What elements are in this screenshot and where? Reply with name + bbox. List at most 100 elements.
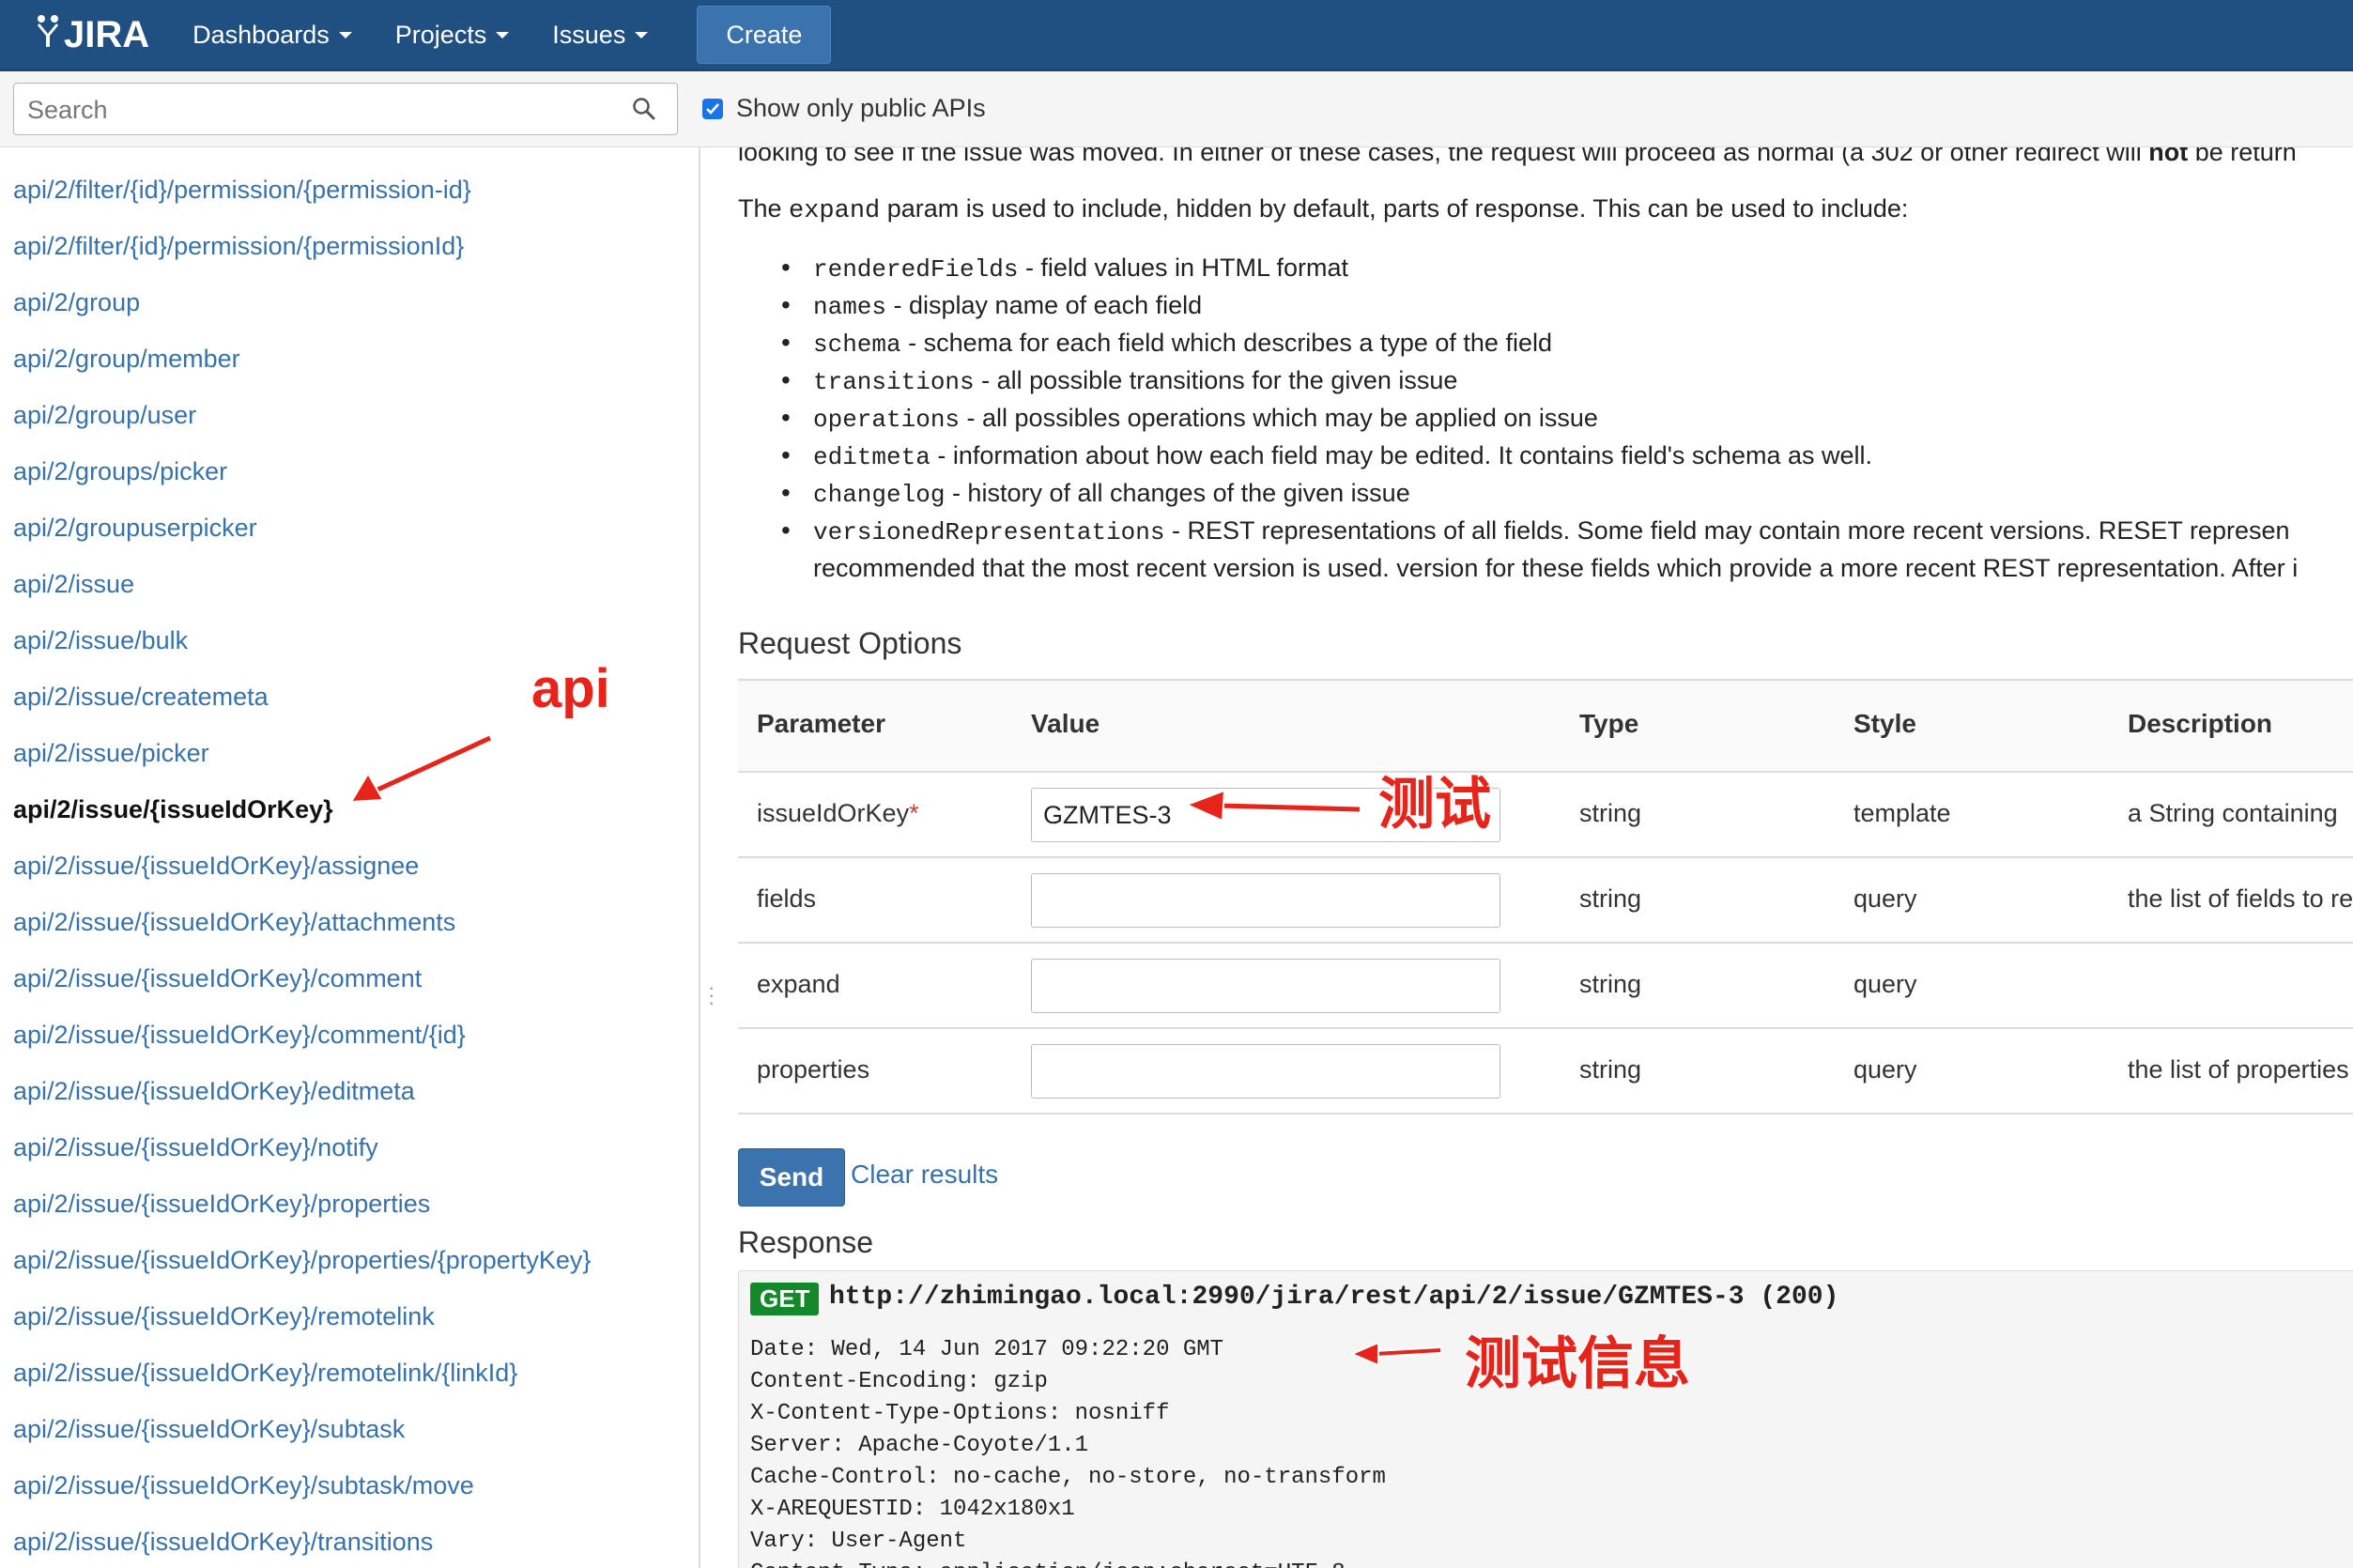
table-header: Parameter Value Type Style Description (738, 679, 2353, 773)
endpoint-link[interactable]: api/2/issue/{issueIdOrKey}/comment/{id} (13, 1021, 466, 1050)
param-value-input[interactable] (1031, 1044, 1500, 1099)
list-item-continuation: recommended that the most recent version… (813, 554, 2299, 582)
list-item: versionedRepresentations - REST represen… (738, 512, 2290, 549)
nav-issues-label: Issues (552, 20, 626, 49)
param-style: template (1853, 799, 1951, 827)
request-options-table: Parameter Value Type Style Description i… (738, 679, 2353, 1115)
endpoint-link[interactable]: api/2/issue/picker (13, 739, 209, 768)
param-name: expand (757, 970, 840, 998)
endpoint-link[interactable]: api/2/issue/{issueIdOrKey}/properties/{p… (13, 1246, 591, 1275)
endpoint-link[interactable]: api/2/filter/{id}/permission/{permission… (13, 176, 471, 205)
response-url: http://zhimingao.local:2990/jira/rest/ap… (829, 1283, 1839, 1312)
response-header-line: Vary: User-Agent (750, 1529, 967, 1554)
nav-dashboards[interactable]: Dashboards (192, 21, 352, 50)
param-style: query (1853, 884, 1917, 913)
top-navigation-bar: JIRA Dashboards Projects Issues Create (0, 0, 2353, 71)
table-row: fields string query the list of fields t… (738, 858, 2353, 944)
response-header-line: Content-Encoding: gzip (750, 1369, 1048, 1394)
jira-logo[interactable]: JIRA (34, 11, 149, 58)
column-header-type: Type (1579, 709, 1639, 738)
endpoint-link[interactable]: api/2/group (13, 288, 140, 317)
search-row: Show only public APIs (0, 71, 2353, 147)
clear-results-link[interactable]: Clear results (851, 1160, 998, 1190)
search-input[interactable] (25, 93, 611, 127)
expand-description: The expand param is used to include, hid… (738, 194, 1909, 225)
chevron-down-icon (635, 31, 649, 38)
required-marker: * (909, 799, 919, 827)
list-item: names - display name of each field (738, 286, 2290, 324)
param-name: fields (757, 884, 817, 913)
search-icon[interactable] (632, 97, 656, 121)
endpoint-link[interactable]: api/2/group/member (13, 345, 240, 374)
response-header-line: X-AREQUESTID: 1042x180x1 (750, 1497, 1075, 1522)
send-button[interactable]: Send (738, 1148, 845, 1207)
param-style: query (1853, 970, 1917, 998)
endpoint-link[interactable]: api/2/groups/picker (13, 457, 227, 486)
list-item: operations - all possibles operations wh… (738, 399, 2290, 437)
api-endpoint-list: api/2/filter/{id}/permission/{permission… (0, 147, 700, 1568)
search-box (13, 83, 678, 135)
annotation-label-test: 测试 (1378, 773, 1491, 836)
public-apis-checkbox[interactable] (702, 98, 723, 119)
endpoint-link[interactable]: api/2/issue (13, 570, 134, 599)
param-style: query (1853, 1055, 1917, 1084)
response-header-line: Content-Type: application/json;charset=U… (750, 1560, 1346, 1568)
http-method-badge: GET (750, 1283, 820, 1315)
nav-issues[interactable]: Issues (552, 20, 649, 50)
column-header-parameter: Parameter (757, 709, 885, 738)
endpoint-link[interactable]: api/2/group/user (13, 401, 196, 430)
chevron-down-icon (496, 31, 510, 38)
response-panel: GET http://zhimingao.local:2990/jira/res… (738, 1270, 2353, 1568)
param-name: issueIdOrKey* (757, 799, 919, 827)
nav-dashboards-label: Dashboards (192, 20, 330, 49)
endpoint-link[interactable]: api/2/issue/{issueIdOrKey}/assignee (13, 852, 419, 881)
endpoint-link[interactable]: api/2/issue/{issueIdOrKey}/properties (13, 1190, 430, 1219)
endpoint-link[interactable]: api/2/issue/{issueIdOrKey}/subtask (13, 1415, 405, 1444)
endpoint-link-selected[interactable]: api/2/issue/{issueIdOrKey} (13, 795, 333, 824)
endpoint-link[interactable]: api/2/filter/{id}/permission/{permission… (13, 232, 464, 261)
endpoint-link[interactable]: api/2/issue/{issueIdOrKey}/comment (13, 964, 422, 993)
param-value-input[interactable] (1031, 873, 1500, 928)
endpoint-link[interactable]: api/2/issue/{issueIdOrKey}/attachments (13, 908, 455, 937)
column-header-description: Description (2128, 709, 2273, 738)
table-row: properties string query the list of prop… (738, 1029, 2353, 1115)
param-type: string (1579, 799, 1642, 827)
endpoint-link[interactable]: api/2/issue/{issueIdOrKey}/remotelink/{l… (13, 1359, 517, 1388)
response-header-line: Server: Apache-Coyote/1.1 (750, 1433, 1089, 1458)
response-header-line: Date: Wed, 14 Jun 2017 09:22:20 GMT (750, 1337, 1224, 1362)
endpoint-link[interactable]: api/2/issue/{issueIdOrKey}/editmeta (13, 1077, 415, 1106)
endpoint-link[interactable]: api/2/groupuserpicker (13, 514, 257, 543)
checkmark-icon (706, 102, 719, 115)
endpoint-link[interactable]: api/2/issue/{issueIdOrKey}/transitions (13, 1528, 433, 1557)
annotation-arrow-icon (349, 733, 493, 804)
param-description: the list of fields to re (2128, 884, 2353, 913)
column-header-style: Style (1853, 709, 1916, 738)
endpoint-link[interactable]: api/2/issue/{issueIdOrKey}/notify (13, 1133, 378, 1162)
annotation-label-api: api (531, 658, 610, 719)
list-item: changelog - history of all changes of th… (738, 474, 2290, 512)
create-button[interactable]: Create (697, 6, 832, 64)
annotation-label-test-info: 测试信息 (1465, 1332, 1690, 1395)
list-item: renderedFields - field values in HTML fo… (738, 249, 2290, 286)
public-apis-toggle[interactable]: Show only public APIs (702, 94, 986, 123)
param-type: string (1579, 884, 1642, 913)
chevron-down-icon (338, 31, 352, 38)
param-value-input[interactable] (1031, 959, 1500, 1013)
annotation-arrow-icon (1185, 789, 1361, 822)
public-apis-label: Show only public APIs (736, 94, 986, 122)
endpoint-link[interactable]: api/2/issue/{issueIdOrKey}/subtask/move (13, 1471, 474, 1500)
endpoint-link[interactable]: api/2/issue/createmeta (13, 683, 269, 712)
description-text-clipped: looking to see if the issue was moved. I… (738, 147, 2297, 166)
response-heading: Response (738, 1225, 874, 1259)
list-item: transitions - all possible transitions f… (738, 361, 2290, 399)
nav-projects-label: Projects (394, 20, 487, 49)
response-header-line: Cache-Control: no-cache, no-store, no-tr… (750, 1465, 1386, 1490)
expand-options-list: renderedFields - field values in HTML fo… (738, 249, 2290, 549)
param-description: a String containing (2128, 799, 2338, 827)
list-item: schema - schema for each field which des… (738, 324, 2290, 361)
endpoint-link[interactable]: api/2/issue/bulk (13, 626, 188, 655)
endpoint-link[interactable]: api/2/issue/{issueIdOrKey}/remotelink (13, 1302, 435, 1331)
nav-projects[interactable]: Projects (395, 21, 510, 50)
table-row: expand string query (738, 944, 2353, 1029)
table-row: issueIdOrKey* string template a String c… (738, 773, 2353, 858)
